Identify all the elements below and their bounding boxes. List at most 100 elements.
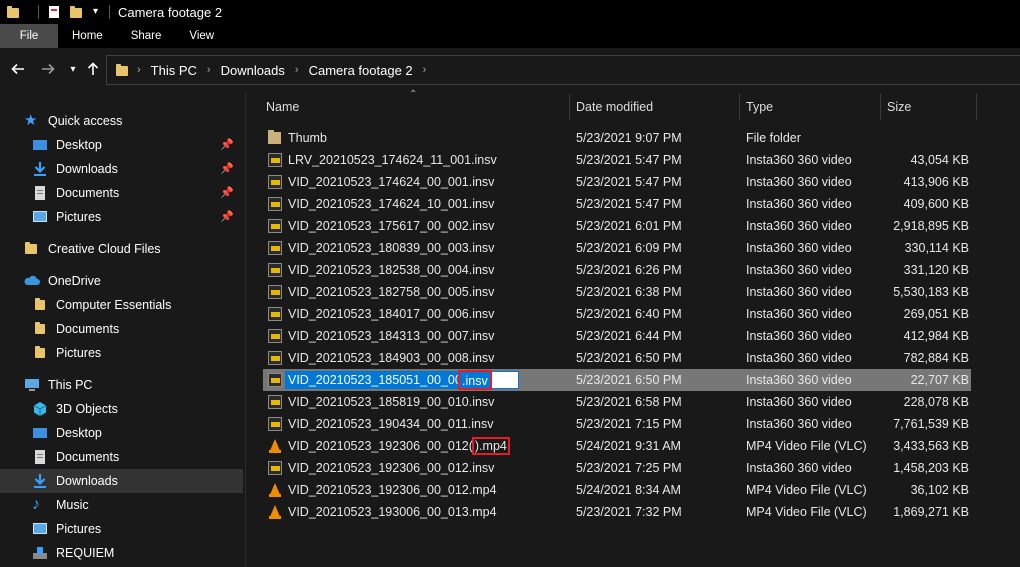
- column-header-size[interactable]: Size: [887, 92, 977, 122]
- file-size: 7,761,539 KB: [893, 417, 969, 431]
- sidebar-item-onedrive[interactable]: OneDrive: [24, 269, 101, 293]
- file-date-modified: 5/23/2021 7:25 PM: [576, 461, 682, 475]
- file-row[interactable]: VID_20210523_185819_00_010.insv 5/23/2021…: [263, 391, 971, 413]
- chevron-down-icon[interactable]: ▾: [93, 5, 107, 19]
- sidebar-item-pc-desktop[interactable]: Desktop: [32, 421, 102, 445]
- file-size: 43,054 KB: [910, 153, 969, 167]
- file-row[interactable]: VID_20210523_185051_00_009 .insv 5/23/2021…: [263, 369, 971, 391]
- file-row[interactable]: VID_20210523_182538_00_004.insv 5/23/2021…: [263, 259, 971, 281]
- breadcrumb-camera-footage-2[interactable]: Camera footage 2: [309, 63, 413, 78]
- tab-file[interactable]: File: [0, 24, 58, 48]
- sidebar-item-label: Quick access: [48, 114, 123, 128]
- sidebar-item-label: REQUIEM: [56, 546, 115, 560]
- file-size: 1,458,203 KB: [893, 461, 969, 475]
- column-divider[interactable]: [569, 94, 570, 120]
- sidebar-item-label: Desktop: [56, 426, 102, 440]
- forward-button[interactable]: [39, 61, 57, 79]
- music-icon: ♪: [32, 496, 40, 513]
- sidebar-item-label: 3D Objects: [56, 402, 118, 416]
- file-row[interactable]: VID_20210523_174624_00_001.insv 5/23/2021…: [263, 171, 971, 193]
- up-button[interactable]: [84, 61, 102, 79]
- chevron-right-icon[interactable]: ›: [295, 64, 299, 76]
- file-row[interactable]: VID_20210523_192306_00_012.insv 5/23/2021…: [263, 457, 971, 479]
- file-row[interactable]: VID_20210523_193006_00_013.mp4 5/23/2021 …: [263, 501, 971, 523]
- chevron-right-icon[interactable]: ›: [423, 64, 427, 76]
- divider: [109, 5, 110, 19]
- file-row[interactable]: VID_20210523_182758_00_005.insv 5/23/2021…: [263, 281, 971, 303]
- file-size: 1,869,271 KB: [893, 505, 969, 519]
- sidebar-item-computer-essentials[interactable]: Computer Essentials: [32, 293, 171, 317]
- file-row[interactable]: VID_20210523_184313_00_007.insv 5/23/2021…: [263, 325, 971, 347]
- column-header-name[interactable]: Name: [266, 92, 566, 122]
- sidebar-item-downloads[interactable]: Downloads 📌: [32, 157, 242, 181]
- breadcrumb-downloads[interactable]: Downloads: [221, 63, 285, 78]
- chevron-right-icon[interactable]: ›: [207, 64, 211, 76]
- sidebar-item-quick-access[interactable]: ★ Quick access: [24, 109, 122, 133]
- tab-share[interactable]: Share: [117, 24, 176, 48]
- file-extension-highlight: ).mp4: [471, 437, 510, 455]
- column-divider[interactable]: [880, 94, 881, 120]
- pictures-icon: [32, 209, 48, 225]
- file-row[interactable]: VID_20210523_184017_00_006.insv 5/23/2021…: [263, 303, 971, 325]
- navigation-bar: ▾ › This PC › Downloads › Camera footage…: [0, 48, 1020, 92]
- column-divider[interactable]: [739, 94, 740, 120]
- sidebar-item-pictures[interactable]: Pictures 📌: [32, 205, 242, 229]
- sidebar-item-requiem[interactable]: REQUIEM: [32, 541, 114, 565]
- tab-home[interactable]: Home: [58, 24, 117, 48]
- new-folder-icon[interactable]: [69, 5, 83, 19]
- sidebar-item-this-pc[interactable]: This PC: [24, 373, 92, 397]
- file-name: VID_20210523_184313_00_007.insv: [288, 329, 495, 343]
- file-name: VID_20210523_192306_00_012.mp4: [288, 483, 497, 497]
- column-header-type[interactable]: Type: [746, 92, 876, 122]
- file-row[interactable]: VID_20210523_192306_00_012().mp4 5/24/202…: [263, 435, 971, 457]
- sidebar-item-documents[interactable]: Documents 📌: [32, 181, 242, 205]
- sidebar-item-pc-pictures[interactable]: Pictures: [32, 517, 101, 541]
- file-row[interactable]: VID_20210523_184903_00_008.insv 5/23/2021…: [263, 347, 971, 369]
- column-header-date-modified[interactable]: Date modified: [576, 92, 736, 122]
- address-bar[interactable]: › This PC › Downloads › Camera footage 2…: [106, 55, 1020, 85]
- sidebar-item-onedrive-documents[interactable]: Documents: [32, 317, 119, 341]
- pin-icon[interactable]: 📌: [220, 162, 234, 175]
- file-name: VID_20210523_180839_00_003.insv: [288, 241, 495, 255]
- properties-icon[interactable]: [49, 6, 59, 18]
- file-row[interactable]: VID_20210523_192306_00_012.mp4 5/24/2021 …: [263, 479, 971, 501]
- folder-icon[interactable]: [6, 5, 20, 19]
- sidebar-item-pc-documents[interactable]: Documents: [32, 445, 119, 469]
- rename-input[interactable]: VID_20210523_185051_00_009 .insv: [285, 370, 519, 390]
- file-size: 228,078 KB: [903, 395, 969, 409]
- arrow-up-icon: [87, 62, 99, 75]
- sidebar-item-music[interactable]: ♪ Music: [32, 493, 89, 517]
- pin-icon[interactable]: 📌: [220, 210, 234, 223]
- file-date-modified: 5/23/2021 6:50 PM: [576, 373, 682, 387]
- tab-view[interactable]: View: [175, 24, 228, 48]
- file-row[interactable]: VID_20210523_175617_00_002.insv 5/23/2021…: [263, 215, 971, 237]
- chevron-down-icon: ▾: [70, 64, 76, 75]
- navigation-pane: ★ Quick access Desktop 📌 Downloads 📌 Doc…: [0, 92, 246, 567]
- file-row[interactable]: VID_20210523_180839_00_003.insv 5/23/2021…: [263, 237, 971, 259]
- column-divider[interactable]: [976, 94, 977, 120]
- file-name: VID_20210523_192306_00_012().mp4: [288, 435, 510, 457]
- desktop-icon: [32, 425, 48, 441]
- sidebar-item-creative-cloud-files[interactable]: Creative Cloud Files: [24, 237, 161, 261]
- file-date-modified: 5/23/2021 6:01 PM: [576, 219, 682, 233]
- sidebar-item-pc-downloads[interactable]: Downloads: [0, 469, 243, 493]
- back-button[interactable]: [9, 61, 27, 79]
- sidebar-item-3d-objects[interactable]: 3D Objects: [32, 397, 118, 421]
- recent-locations-button[interactable]: ▾: [64, 61, 82, 79]
- chevron-right-icon[interactable]: ›: [137, 64, 141, 76]
- pin-icon[interactable]: 📌: [220, 186, 234, 199]
- sidebar-item-onedrive-pictures[interactable]: Pictures: [32, 341, 101, 365]
- file-name: LRV_20210523_174624_11_001.insv: [288, 153, 497, 167]
- file-row[interactable]: VID_20210523_190434_00_011.insv 5/23/2021…: [263, 413, 971, 435]
- folder-row[interactable]: Thumb 5/23/2021 9:07 PM File folder: [263, 127, 971, 149]
- documents-icon: [32, 449, 48, 465]
- file-row[interactable]: LRV_20210523_174624_11_001.insv 5/23/2021…: [263, 149, 971, 171]
- file-row[interactable]: VID_20210523_174624_10_001.insv 5/23/2021…: [263, 193, 971, 215]
- sidebar-item-label: Creative Cloud Files: [48, 242, 161, 256]
- arrow-left-icon: [11, 63, 24, 75]
- pin-icon[interactable]: 📌: [220, 138, 234, 151]
- breadcrumb-this-pc[interactable]: This PC: [151, 63, 197, 78]
- sidebar-item-desktop[interactable]: Desktop 📌: [32, 133, 242, 157]
- folder-icon: [24, 241, 40, 257]
- column-header-label: Name: [266, 100, 300, 114]
